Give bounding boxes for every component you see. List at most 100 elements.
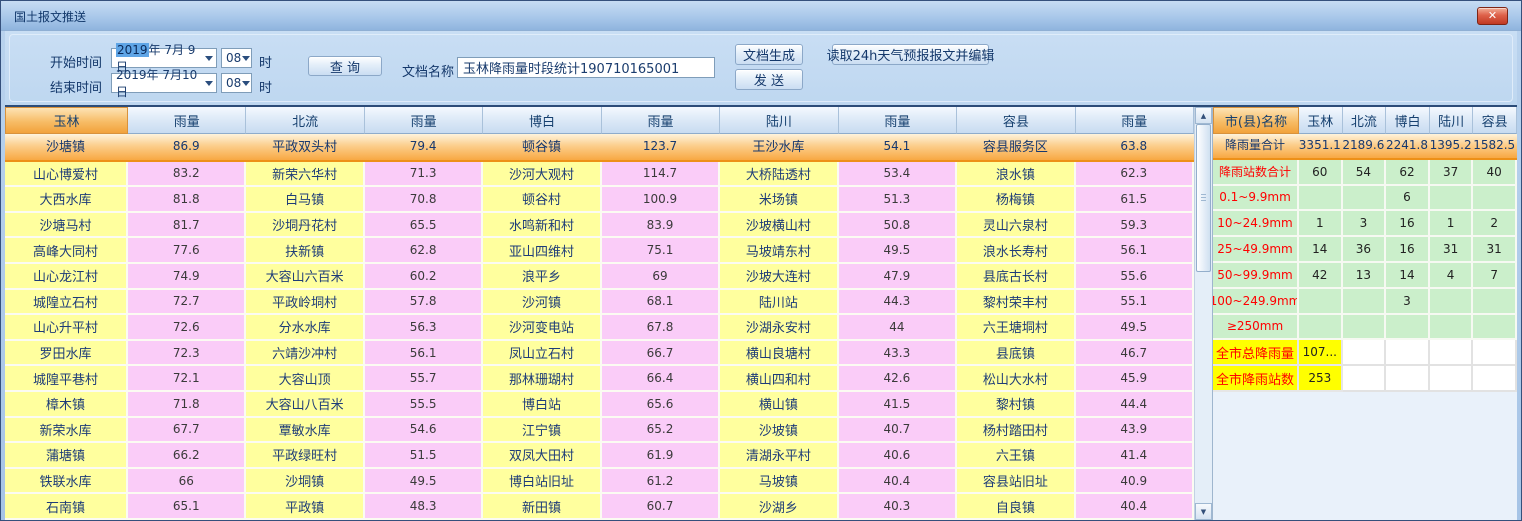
- table-row[interactable]: 高峰大同村77.6扶新镇62.8亚山四维村75.1马坡靖东村49.5浪水长寿村5…: [5, 238, 1194, 264]
- station-name-cell[interactable]: 扶新镇: [246, 238, 364, 264]
- summary-row[interactable]: 降雨站数合计6054623740: [1213, 160, 1517, 186]
- rain-value-cell[interactable]: 123.7: [602, 134, 720, 160]
- summary-value-cell[interactable]: 54: [1343, 160, 1387, 186]
- summary-value-cell[interactable]: [1473, 186, 1517, 212]
- rain-value-cell[interactable]: 44.4: [1076, 392, 1194, 418]
- rain-value-cell[interactable]: 65.2: [602, 418, 720, 444]
- summary-value-cell[interactable]: [1386, 315, 1430, 341]
- column-header[interactable]: 雨量: [839, 107, 957, 134]
- column-header[interactable]: 雨量: [128, 107, 246, 134]
- column-header[interactable]: 雨量: [365, 107, 483, 134]
- rain-value-cell[interactable]: 46.7: [1076, 341, 1194, 367]
- rain-value-cell[interactable]: 40.4: [839, 469, 957, 495]
- summary-header-cell[interactable]: 陆川: [1430, 107, 1474, 134]
- summary-value-cell[interactable]: [1386, 366, 1430, 392]
- station-name-cell[interactable]: 分水水库: [246, 315, 364, 341]
- station-name-cell[interactable]: 容县服务区: [957, 134, 1075, 160]
- rain-value-cell[interactable]: 71.3: [365, 162, 483, 188]
- station-name-cell[interactable]: 沙坡大连村: [720, 264, 838, 290]
- rain-value-cell[interactable]: 81.8: [128, 187, 246, 213]
- rain-value-cell[interactable]: 40.9: [1076, 469, 1194, 495]
- end-date-dropdown[interactable]: [201, 74, 216, 92]
- summary-value-cell[interactable]: 2: [1473, 211, 1517, 237]
- start-hour-dropdown[interactable]: [241, 49, 251, 67]
- summary-row[interactable]: 0.1~9.9mm6: [1213, 186, 1517, 212]
- rain-value-cell[interactable]: 81.7: [128, 213, 246, 239]
- station-name-cell[interactable]: 沙塘镇: [5, 134, 128, 160]
- station-name-cell[interactable]: 山心博爱村: [5, 162, 128, 188]
- send-button[interactable]: 发 送: [735, 69, 803, 90]
- summary-value-cell[interactable]: [1473, 366, 1517, 392]
- summary-label-cell[interactable]: 降雨站数合计: [1213, 160, 1299, 186]
- rain-value-cell[interactable]: 44: [839, 315, 957, 341]
- summary-row[interactable]: 10~24.9mm131612: [1213, 211, 1517, 237]
- rain-value-cell[interactable]: 66.7: [602, 341, 720, 367]
- station-name-cell[interactable]: 沙湖乡: [720, 494, 838, 520]
- station-name-cell[interactable]: 沙垌镇: [246, 469, 364, 495]
- station-name-cell[interactable]: 自良镇: [957, 494, 1075, 520]
- station-name-cell[interactable]: 马坡靖东村: [720, 238, 838, 264]
- station-name-cell[interactable]: 平政双头村: [246, 134, 364, 160]
- summary-value-cell[interactable]: 40: [1473, 160, 1517, 186]
- station-name-cell[interactable]: 沙河大观村: [483, 162, 601, 188]
- table-row[interactable]: 樟木镇71.8大容山八百米55.5博白站65.6横山镇41.5黎村镇44.4: [5, 392, 1194, 418]
- station-name-cell[interactable]: 铁联水库: [5, 469, 128, 495]
- end-hour-dropdown[interactable]: [241, 74, 251, 92]
- station-name-cell[interactable]: 沙河镇: [483, 290, 601, 316]
- rain-value-cell[interactable]: 50.8: [839, 213, 957, 239]
- station-name-cell[interactable]: 横山四和村: [720, 366, 838, 392]
- station-name-cell[interactable]: 山心升平村: [5, 315, 128, 341]
- rain-value-cell[interactable]: 41.5: [839, 392, 957, 418]
- rain-value-cell[interactable]: 68.1: [602, 290, 720, 316]
- summary-row[interactable]: ≥250mm: [1213, 315, 1517, 341]
- summary-value-cell[interactable]: [1473, 315, 1517, 341]
- summary-value-cell[interactable]: 3351.1: [1299, 134, 1343, 158]
- summary-header-cell[interactable]: 博白: [1386, 107, 1430, 134]
- column-header[interactable]: 容县: [957, 107, 1075, 134]
- summary-value-cell[interactable]: [1299, 186, 1343, 212]
- summary-value-cell[interactable]: [1343, 289, 1387, 315]
- station-name-cell[interactable]: 白马镇: [246, 187, 364, 213]
- station-name-cell[interactable]: 顿谷村: [483, 187, 601, 213]
- summary-value-cell[interactable]: 16: [1386, 237, 1430, 263]
- rain-value-cell[interactable]: 51.3: [839, 187, 957, 213]
- table-row[interactable]: 山心龙江村74.9大容山六百米60.2浪平乡69沙坡大连村47.9县底古长村55…: [5, 264, 1194, 290]
- station-name-cell[interactable]: 新田镇: [483, 494, 601, 520]
- rain-value-cell[interactable]: 49.5: [1076, 315, 1194, 341]
- station-name-cell[interactable]: 王沙水库: [720, 134, 838, 160]
- read-forecast-button[interactable]: 读取24h天气预报报文并编辑: [832, 44, 989, 65]
- rain-value-cell[interactable]: 83.9: [602, 213, 720, 239]
- rain-value-cell[interactable]: 65.6: [602, 392, 720, 418]
- rain-value-cell[interactable]: 70.8: [365, 187, 483, 213]
- summary-value-cell[interactable]: [1430, 186, 1474, 212]
- station-name-cell[interactable]: 蒲塘镇: [5, 443, 128, 469]
- summary-value-cell[interactable]: 253: [1299, 366, 1343, 392]
- rain-value-cell[interactable]: 66.2: [128, 443, 246, 469]
- station-name-cell[interactable]: 新荣六华村: [246, 162, 364, 188]
- table-row[interactable]: 蒲塘镇66.2平政绿旺村51.5双凤大田村61.9清湖永平村40.6六王镇41.…: [5, 443, 1194, 469]
- summary-label-cell[interactable]: 25~49.9mm: [1213, 237, 1299, 263]
- rain-value-cell[interactable]: 63.8: [1076, 134, 1194, 160]
- summary-value-cell[interactable]: 6: [1386, 186, 1430, 212]
- start-hour-select[interactable]: 08: [221, 48, 252, 68]
- rain-value-cell[interactable]: 51.5: [365, 443, 483, 469]
- station-name-cell[interactable]: 城隍平巷村: [5, 366, 128, 392]
- summary-value-cell[interactable]: 60: [1299, 160, 1343, 186]
- vertical-scrollbar[interactable]: ▲ ▼: [1194, 107, 1212, 520]
- rain-value-cell[interactable]: 100.9: [602, 187, 720, 213]
- summary-value-cell[interactable]: [1343, 186, 1387, 212]
- rain-value-cell[interactable]: 42.6: [839, 366, 957, 392]
- summary-header-selected[interactable]: 市(县)名称: [1213, 107, 1299, 134]
- rain-value-cell[interactable]: 77.6: [128, 238, 246, 264]
- station-name-cell[interactable]: 覃敏水库: [246, 418, 364, 444]
- station-name-cell[interactable]: 平政绿旺村: [246, 443, 364, 469]
- summary-header-cell[interactable]: 玉林: [1299, 107, 1343, 134]
- station-name-cell[interactable]: 沙湖永安村: [720, 315, 838, 341]
- column-header[interactable]: 雨量: [602, 107, 720, 134]
- station-name-cell[interactable]: 陆川站: [720, 290, 838, 316]
- rain-value-cell[interactable]: 41.4: [1076, 443, 1194, 469]
- rain-value-cell[interactable]: 53.4: [839, 162, 957, 188]
- rain-value-cell[interactable]: 49.5: [365, 469, 483, 495]
- rain-value-cell[interactable]: 56.3: [365, 315, 483, 341]
- table-row[interactable]: 罗田水库72.3六靖沙冲村56.1凤山立石村66.7横山良塘村43.3县底镇46…: [5, 341, 1194, 367]
